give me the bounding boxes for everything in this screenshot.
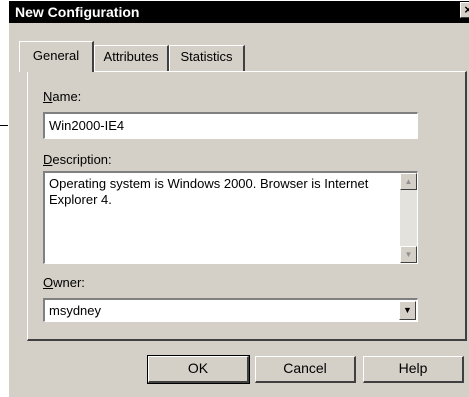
window-title: New Configuration xyxy=(15,4,140,20)
close-icon[interactable]: × xyxy=(460,2,469,18)
help-button[interactable]: Help xyxy=(363,356,464,383)
ok-button[interactable]: OK xyxy=(147,355,250,384)
tab-statistics-label: Statistics xyxy=(180,49,233,64)
tab-attributes-label: Attributes xyxy=(103,49,159,64)
new-configuration-dialog: New Configuration General Attributes Sta… xyxy=(8,0,469,397)
cancel-button[interactable]: Cancel xyxy=(255,356,356,383)
general-tab-panel xyxy=(27,71,467,341)
tab-statistics[interactable]: Statistics xyxy=(169,45,245,71)
tab-attributes[interactable]: Attributes xyxy=(94,45,169,71)
tab-general[interactable]: General xyxy=(19,41,94,72)
tab-general-label: General xyxy=(32,48,80,63)
title-bar: New Configuration xyxy=(9,1,469,23)
